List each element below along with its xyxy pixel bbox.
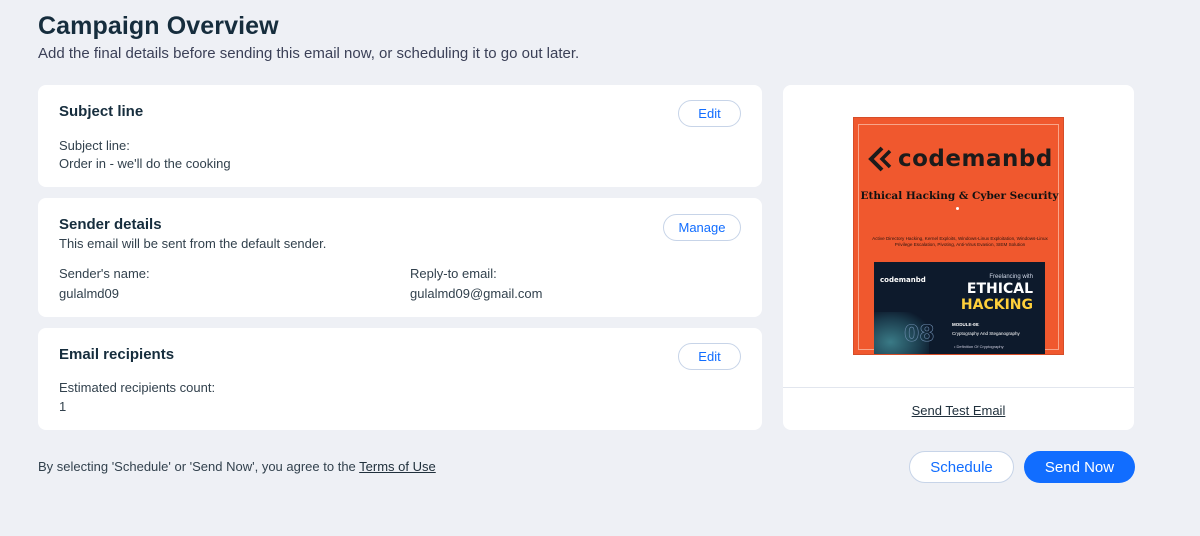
agreement-text: By selecting 'Schedule' or 'Send Now', y… [38, 459, 360, 474]
recipients-count-value: 1 [59, 399, 67, 414]
banner-module-label: MODULE-08: [952, 322, 980, 327]
banner-logo-text: codemanbd [880, 276, 926, 284]
page-subtitle: Add the final details before sending thi… [38, 45, 580, 62]
preview-course-banner: 08 codemanbd Freelancing with ETHICAL HA… [874, 262, 1045, 354]
recipients-count-label: Estimated recipients count: [59, 380, 216, 395]
recipients-edit-button[interactable]: Edit [678, 343, 741, 370]
subject-line-card: Subject line Edit Subject line: Order in… [38, 85, 762, 187]
sender-description: This email will be sent from the default… [59, 236, 327, 251]
codemanbd-logo-icon [868, 146, 892, 172]
banner-tagline: Freelancing with [989, 274, 1033, 280]
sender-details-card: Sender details This email will be sent f… [38, 198, 762, 317]
send-test-email-link[interactable]: Send Test Email [783, 403, 1134, 418]
preview-logo: codemanbd [868, 146, 1053, 172]
subject-field-label: Subject line: [59, 138, 130, 153]
sender-card-title: Sender details [59, 216, 162, 233]
banner-module-number: 08 [904, 322, 935, 348]
reply-to-value: gulalmd09@gmail.com [410, 286, 543, 301]
sender-name-label: Sender's name: [59, 266, 150, 281]
banner-module-title: Cryptography And Steganography [952, 331, 1020, 336]
send-now-button[interactable]: Send Now [1024, 451, 1135, 483]
preview-divider [783, 387, 1134, 388]
terms-of-use-link[interactable]: Terms of Use [359, 459, 436, 474]
subject-card-title: Subject line [59, 103, 144, 120]
email-preview-card: codemanbd Ethical Hacking & Cyber Securi… [783, 85, 1134, 430]
subject-field-value: Order in - we'll do the cooking [59, 156, 231, 171]
terms-agreement-text: By selecting 'Schedule' or 'Send Now', y… [38, 459, 436, 474]
banner-word-hacking: HACKING [960, 297, 1033, 313]
recipients-card-title: Email recipients [59, 346, 175, 363]
preview-headline: Ethical Hacking & Cyber Security [860, 190, 1059, 202]
preview-dot [956, 207, 959, 210]
banner-bullet: • Definition Of Cryptography [954, 344, 1004, 349]
banner-word-ethical: ETHICAL [966, 281, 1033, 297]
schedule-button[interactable]: Schedule [909, 451, 1014, 483]
preview-description: Active Directory Hacking, Kernel Exploit… [872, 236, 1048, 247]
subject-edit-button[interactable]: Edit [678, 100, 741, 127]
email-recipients-card: Email recipients Edit Estimated recipien… [38, 328, 762, 430]
preview-logo-text: codemanbd [898, 146, 1053, 172]
sender-manage-button[interactable]: Manage [663, 214, 741, 241]
reply-to-label: Reply-to email: [410, 266, 497, 281]
email-preview-thumbnail[interactable]: codemanbd Ethical Hacking & Cyber Securi… [853, 117, 1064, 355]
sender-name-value: gulalmd09 [59, 286, 119, 301]
campaign-overview-page: Campaign Overview Add the final details … [0, 0, 1200, 536]
page-title: Campaign Overview [38, 12, 279, 40]
